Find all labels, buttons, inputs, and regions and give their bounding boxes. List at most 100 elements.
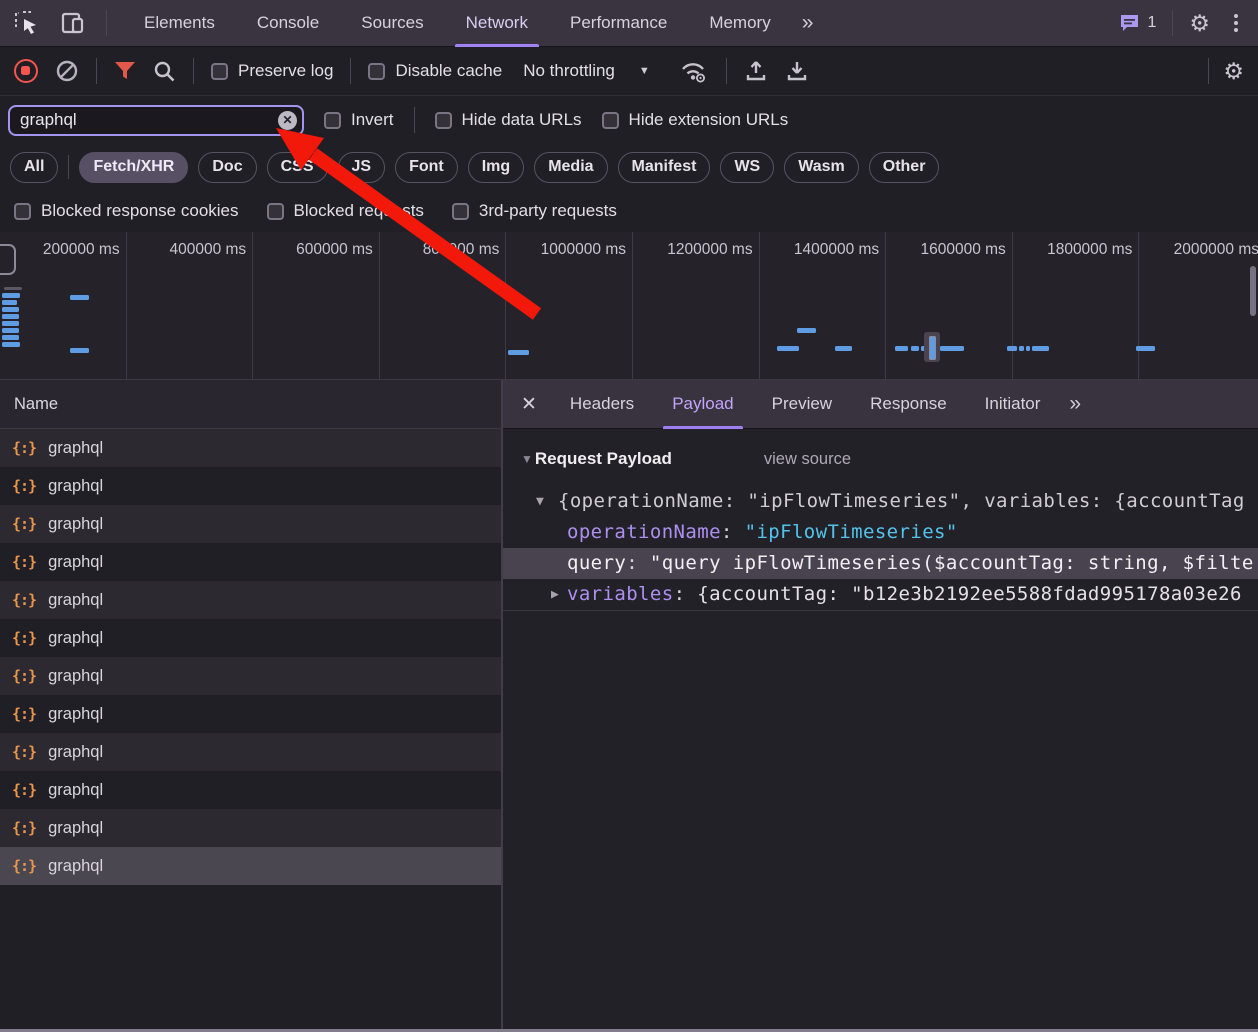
details-tab-payload[interactable]: Payload: [653, 380, 752, 429]
section-twisty-icon: ▼: [521, 452, 533, 466]
clear-network-log-icon[interactable]: [55, 59, 79, 83]
divider: [1172, 10, 1173, 36]
import-har-icon[interactable]: [744, 59, 768, 83]
network-conditions-icon[interactable]: [679, 59, 709, 83]
details-tab-initiator[interactable]: Initiator: [966, 380, 1060, 429]
details-tab-preview[interactable]: Preview: [753, 380, 851, 429]
twisty-closed-icon[interactable]: ▶: [551, 579, 559, 610]
json-braces-icon: {:}: [12, 477, 36, 495]
request-timeline-bar: [1032, 346, 1049, 351]
network-settings-gear-icon[interactable]: ⚙: [1223, 60, 1244, 83]
tab-elements[interactable]: Elements: [123, 0, 236, 47]
disable-cache-checkbox[interactable]: Disable cache: [368, 61, 502, 81]
timeline-tick: 1000000 ms: [506, 232, 633, 380]
chip-other[interactable]: Other: [869, 152, 940, 183]
tab-console[interactable]: Console: [236, 0, 340, 47]
throttling-value: No throttling: [523, 61, 615, 81]
request-timeline-bar: [4, 287, 22, 290]
throttling-dropdown[interactable]: No throttling ▼: [523, 61, 650, 81]
key-value-separator: :: [674, 583, 698, 605]
table-row[interactable]: {:}graphql: [0, 809, 501, 847]
kebab-menu-icon[interactable]: [1226, 14, 1246, 32]
table-row[interactable]: {:} graphql: [0, 733, 501, 771]
tab-performance[interactable]: Performance: [549, 0, 688, 47]
request-name: graphql: [48, 477, 103, 496]
invert-label: Invert: [351, 110, 394, 130]
filter-icon[interactable]: [114, 61, 136, 81]
json-braces-icon: {:}: [12, 591, 36, 609]
table-row[interactable]: {:}graphql: [0, 657, 501, 695]
clear-filter-icon[interactable]: ✕: [278, 111, 297, 130]
table-row[interactable]: {:}graphql: [0, 695, 501, 733]
chip-img[interactable]: Img: [468, 152, 524, 183]
table-row[interactable]: {:}graphql: [0, 619, 501, 657]
request-name: graphql: [48, 591, 103, 610]
hide-extension-urls-label: Hide extension URLs: [629, 110, 789, 130]
payload-row[interactable]: query: "query ipFlowTimeseries($accountT…: [503, 548, 1258, 579]
settings-gear-icon[interactable]: ⚙: [1189, 12, 1210, 35]
preserve-log-checkbox[interactable]: Preserve log: [211, 61, 333, 81]
invert-checkbox[interactable]: Invert: [324, 110, 394, 130]
hide-extension-urls-checkbox[interactable]: Hide extension URLs: [602, 110, 789, 130]
view-source-link[interactable]: view source: [764, 450, 851, 469]
blocked-response-cookies-checkbox[interactable]: Blocked response cookies: [14, 201, 239, 221]
chip-all[interactable]: All: [10, 152, 58, 183]
chip-media[interactable]: Media: [534, 152, 607, 183]
name-column-header[interactable]: Name: [0, 380, 501, 429]
payload-row[interactable]: operationName: "ipFlowTimeseries": [503, 517, 1258, 548]
blocked-response-cookies-label: Blocked response cookies: [41, 201, 239, 221]
timeline-tick: 800000 ms: [380, 232, 507, 380]
tab-sources[interactable]: Sources: [340, 0, 444, 47]
hide-data-urls-checkbox[interactable]: Hide data URLs: [435, 110, 582, 130]
object-preview-text: {operationName: "ipFlowTimeseries", vari…: [558, 490, 1245, 512]
payload-row[interactable]: ▶variables: {accountTag: "b12e3b2192ee55…: [503, 579, 1258, 610]
request-payload-section-header[interactable]: ▼ Request Payload view source: [503, 443, 851, 475]
search-icon[interactable]: [153, 60, 176, 83]
device-toolbar-icon[interactable]: [60, 10, 86, 36]
table-row[interactable]: {:}graphql: [0, 771, 501, 809]
3rd-party-requests-checkbox[interactable]: 3rd-party requests: [452, 201, 617, 221]
export-har-icon[interactable]: [785, 59, 809, 83]
request-timeline-bar: [777, 346, 799, 351]
chip-fetch-xhr[interactable]: Fetch/XHR: [79, 152, 188, 183]
record-button[interactable]: [14, 59, 38, 83]
table-row[interactable]: {:}graphql: [0, 543, 501, 581]
chip-js[interactable]: JS: [338, 152, 386, 183]
more-details-tabs-icon[interactable]: »: [1059, 392, 1091, 416]
more-tabs-icon[interactable]: »: [792, 11, 824, 35]
table-row[interactable]: {:} graphql: [0, 581, 501, 619]
timeline-tick: 1400000 ms: [760, 232, 887, 380]
json-braces-icon: {:}: [12, 743, 36, 761]
details-tab-response[interactable]: Response: [851, 380, 966, 429]
chip-wasm[interactable]: Wasm: [784, 152, 859, 183]
chip-ws[interactable]: WS: [720, 152, 774, 183]
checkbox: [435, 112, 452, 129]
table-row[interactable]: {:}graphql: [0, 429, 501, 467]
request-timeline-bar: [70, 348, 89, 353]
table-row[interactable]: {:}graphql: [0, 847, 501, 885]
tab-network[interactable]: Network: [445, 0, 549, 47]
details-tab-headers[interactable]: Headers: [551, 380, 653, 429]
issues-counter[interactable]: 1: [1119, 13, 1156, 33]
table-row[interactable]: {:} graphql: [0, 467, 501, 505]
chip-manifest[interactable]: Manifest: [618, 152, 711, 183]
chip-font[interactable]: Font: [395, 152, 458, 183]
payload-row[interactable]: ▼ {operationName: "ipFlowTimeseries", var…: [503, 486, 1258, 517]
request-timeline-bar: [2, 300, 17, 305]
chip-doc[interactable]: Doc: [198, 152, 256, 183]
twisty-open-icon[interactable]: ▼: [536, 486, 544, 517]
request-name: graphql: [48, 667, 103, 686]
request-details-panel: ✕ HeadersPayloadPreviewResponseInitiator…: [503, 380, 1258, 1032]
table-row[interactable]: {:}graphql: [0, 505, 501, 543]
blocked-requests-checkbox[interactable]: Blocked requests: [267, 201, 424, 221]
filter-input[interactable]: [8, 105, 304, 136]
inspect-element-icon[interactable]: [14, 10, 40, 36]
close-details-icon[interactable]: ✕: [503, 393, 551, 416]
tab-memory[interactable]: Memory: [688, 0, 791, 47]
request-name: graphql: [48, 743, 103, 762]
request-name: graphql: [48, 705, 103, 724]
network-overview-timeline[interactable]: 200000 ms400000 ms600000 ms800000 ms1000…: [0, 232, 1258, 380]
json-braces-icon: {:}: [12, 781, 36, 799]
chip-css[interactable]: CSS: [267, 152, 328, 183]
request-name: graphql: [48, 515, 103, 534]
